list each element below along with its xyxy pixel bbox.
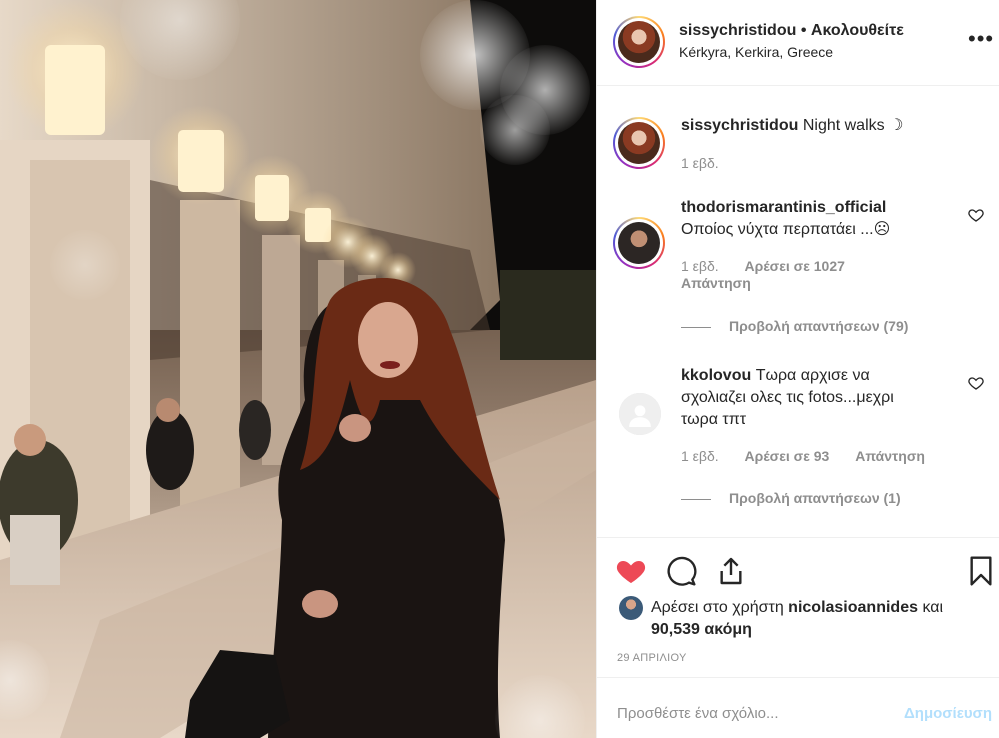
- author-avatar[interactable]: [613, 16, 665, 68]
- likes-count[interactable]: 90,539 ακόμη: [651, 621, 752, 638]
- caption-avatar[interactable]: [613, 117, 665, 169]
- default-user-icon: [629, 405, 651, 427]
- follow-status-button[interactable]: Ακολουθείτε: [811, 22, 904, 39]
- caption-text: sissychristidou Night walks ☽: [681, 115, 981, 137]
- heart-outline-icon[interactable]: [968, 375, 984, 391]
- comment-username[interactable]: thodorismarantinis_official: [681, 199, 886, 216]
- caption-time[interactable]: 1 εβδ.: [681, 155, 719, 171]
- ellipsis-icon[interactable]: •••: [968, 28, 993, 54]
- liker-avatar[interactable]: [619, 596, 643, 620]
- view-replies-label: Προβολή απαντήσεων (79): [729, 318, 909, 334]
- caption-body: Night walks: [802, 117, 885, 134]
- view-replies-label: Προβολή απαντήσεων (1): [729, 490, 901, 506]
- comment-body: Οποίος νύχτα περπατάει ...☹: [681, 221, 891, 238]
- post-actions: Αρέσει στο χρήστη nicolasioannides και 9…: [597, 537, 999, 677]
- post-sidebar: sissychristidou • Ακολουθείτε Kérkyra, K…: [596, 0, 999, 738]
- caption-username[interactable]: sissychristidou: [681, 117, 798, 134]
- likes-middle: και: [922, 599, 944, 616]
- post-date[interactable]: 29 ΑΠΡΙΛΙΟΥ: [617, 652, 687, 664]
- comment-likes[interactable]: Αρέσει σε 1027: [745, 258, 845, 274]
- reply-button[interactable]: Απάντηση: [681, 275, 751, 291]
- comments-list[interactable]: sissychristidou Night walks ☽ 1 εβδ. tho…: [597, 87, 999, 537]
- view-replies-button[interactable]: Προβολή απαντήσεων (1): [681, 490, 901, 506]
- comment-input[interactable]: Προσθέστε ένα σχόλιο...: [617, 705, 779, 722]
- author-line: sissychristidou • Ακολουθείτε: [679, 22, 904, 40]
- follow-separator: •: [800, 22, 807, 39]
- comment-icon[interactable]: [665, 555, 697, 587]
- post-comment-button[interactable]: Δημοσίευση: [904, 705, 992, 722]
- comment-username[interactable]: kkolovou: [681, 367, 751, 384]
- comment-avatar[interactable]: [619, 393, 661, 435]
- view-replies-button[interactable]: Προβολή απαντήσεων (79): [681, 318, 908, 334]
- photo-illustration: [0, 0, 596, 738]
- moon-emoji: ☽: [889, 117, 904, 134]
- comment-likes[interactable]: Αρέσει σε 93: [745, 448, 830, 464]
- add-comment-bar: Προσθέστε ένα σχόλιο... Δημοσίευση: [597, 677, 999, 738]
- post-location[interactable]: Kérkyra, Kerkira, Greece: [679, 44, 833, 60]
- comment-text: thodorismarantinis_official Οποίος νύχτα…: [681, 197, 966, 241]
- divider-line: [681, 326, 711, 328]
- comment-avatar[interactable]: [613, 217, 665, 269]
- comment-meta: 1 εβδ. Αρέσει σε 1027 Απάντηση: [681, 258, 981, 292]
- bookmark-icon[interactable]: [965, 555, 997, 587]
- comment-time[interactable]: 1 εβδ.: [681, 258, 719, 274]
- author-username[interactable]: sissychristidou: [679, 22, 796, 39]
- comment-time[interactable]: 1 εβδ.: [681, 448, 719, 464]
- liker-username[interactable]: nicolasioannides: [788, 599, 918, 616]
- heart-filled-icon[interactable]: [615, 555, 647, 587]
- likes-summary: Αρέσει στο χρήστη nicolasioannides και 9…: [651, 597, 991, 641]
- post-header: sissychristidou • Ακολουθείτε Kérkyra, K…: [597, 0, 999, 86]
- divider-line: [681, 498, 711, 500]
- heart-outline-icon[interactable]: [968, 207, 984, 223]
- comment-meta: 1 εβδ. Αρέσει σε 93 Απάντηση: [681, 448, 981, 464]
- likes-prefix: Αρέσει στο χρήστη: [651, 599, 784, 616]
- share-icon[interactable]: [715, 555, 747, 587]
- reply-button[interactable]: Απάντηση: [855, 448, 925, 464]
- post-photo[interactable]: [0, 0, 596, 738]
- comment-text: kkolovou Τωρα αρχισε να σχολιαζει ολες τ…: [681, 365, 931, 431]
